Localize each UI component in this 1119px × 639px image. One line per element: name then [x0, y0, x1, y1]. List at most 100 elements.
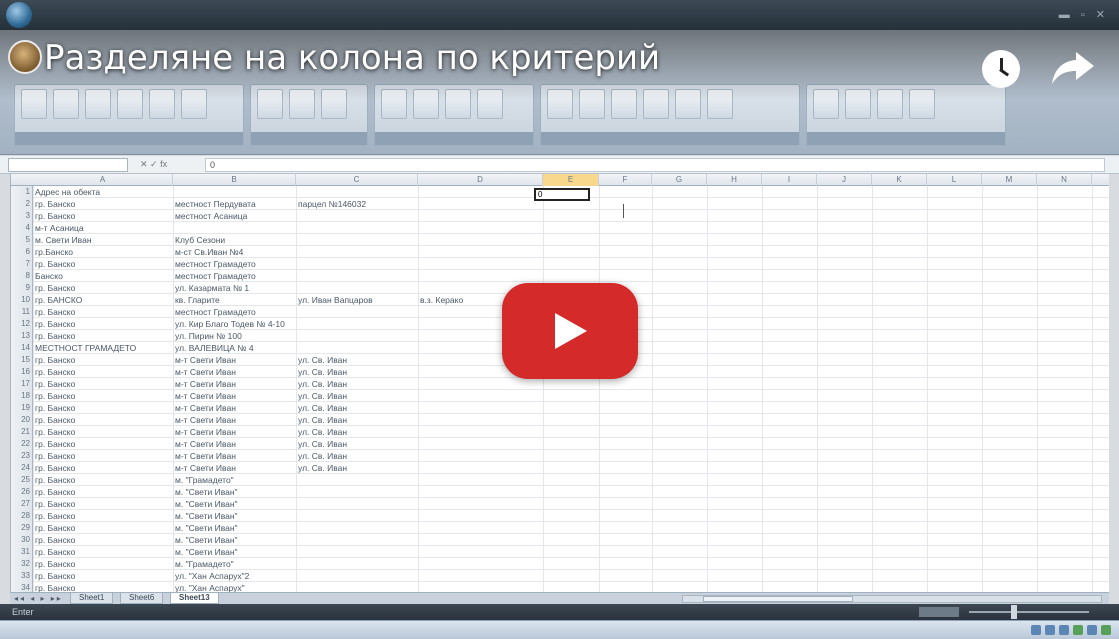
cell-a[interactable]: м. Свети Иван — [33, 234, 173, 246]
zoom-track[interactable] — [969, 611, 1089, 613]
cell-c[interactable] — [296, 510, 418, 522]
cell-b[interactable]: м. "Грамадето" — [173, 474, 296, 486]
row-number[interactable]: 1 — [11, 186, 33, 198]
cell-a[interactable]: Адрес на обекта — [33, 186, 173, 198]
column-header[interactable]: N — [1037, 174, 1092, 186]
cell-c[interactable] — [296, 318, 418, 330]
cell-a[interactable]: гр. Банско — [33, 462, 173, 474]
cell-d[interactable] — [418, 570, 543, 582]
cell-c[interactable]: ул. Св. Иван — [296, 414, 418, 426]
column-header[interactable]: L — [927, 174, 982, 186]
row-number[interactable]: 19 — [11, 402, 33, 414]
row-number[interactable]: 18 — [11, 390, 33, 402]
cell-c[interactable] — [296, 558, 418, 570]
cell-a[interactable]: гр. Банско — [33, 486, 173, 498]
cell-b[interactable]: м-т Свети Иван — [173, 390, 296, 402]
cell-d[interactable] — [418, 546, 543, 558]
cell-d[interactable] — [418, 390, 543, 402]
spreadsheet-grid[interactable]: ABCDEFGHIJKLMNO 1Адрес на обекта2гр. Бан… — [10, 174, 1109, 592]
cell-b[interactable]: м-ст Св.Иван №4 — [173, 246, 296, 258]
cell-a[interactable]: гр. Банско — [33, 474, 173, 486]
cell-a[interactable]: гр. Банско — [33, 438, 173, 450]
cell-a[interactable]: гр. Банско — [33, 582, 173, 592]
row-number[interactable]: 16 — [11, 366, 33, 378]
cell-b[interactable]: местност Асаница — [173, 210, 296, 222]
cell-a[interactable]: гр. Банско — [33, 210, 173, 222]
cell-d[interactable] — [418, 486, 543, 498]
cell-d[interactable] — [418, 234, 543, 246]
cell-a[interactable]: гр. Банско — [33, 354, 173, 366]
cell-d[interactable] — [418, 474, 543, 486]
row-number[interactable]: 30 — [11, 534, 33, 546]
column-header[interactable]: A — [33, 174, 173, 186]
cell-b[interactable]: местност Грамадето — [173, 258, 296, 270]
cell-d[interactable] — [418, 246, 543, 258]
cell-c[interactable] — [296, 306, 418, 318]
cell-a[interactable]: гр. Банско — [33, 426, 173, 438]
channel-avatar[interactable] — [8, 40, 42, 74]
cell-c[interactable] — [296, 342, 418, 354]
row-number[interactable]: 31 — [11, 546, 33, 558]
cell-c[interactable] — [296, 210, 418, 222]
cell-c[interactable]: ул. Св. Иван — [296, 378, 418, 390]
column-header[interactable]: I — [762, 174, 817, 186]
cell-b[interactable]: м-т Свети Иван — [173, 450, 296, 462]
tray-icon[interactable] — [1087, 625, 1097, 635]
cell-b[interactable]: м. "Свети Иван" — [173, 510, 296, 522]
cell-c[interactable]: парцел №146032 — [296, 198, 418, 210]
cell-d[interactable] — [418, 198, 543, 210]
cell-c[interactable] — [296, 582, 418, 592]
cell-c[interactable]: ул. Св. Иван — [296, 390, 418, 402]
row-number[interactable]: 17 — [11, 378, 33, 390]
row-number[interactable]: 14 — [11, 342, 33, 354]
column-header[interactable]: J — [817, 174, 872, 186]
cell-c[interactable]: ул. Св. Иван — [296, 438, 418, 450]
cell-c[interactable] — [296, 546, 418, 558]
cell-d[interactable] — [418, 378, 543, 390]
cell-d[interactable] — [418, 402, 543, 414]
cell-c[interactable]: ул. Св. Иван — [296, 402, 418, 414]
row-number[interactable]: 33 — [11, 570, 33, 582]
row-number[interactable]: 23 — [11, 450, 33, 462]
cell-c[interactable] — [296, 570, 418, 582]
name-box[interactable] — [8, 158, 128, 172]
cell-c[interactable]: ул. Св. Иван — [296, 426, 418, 438]
row-number[interactable]: 28 — [11, 510, 33, 522]
scrollbar-thumb[interactable] — [703, 596, 853, 602]
cell-a[interactable]: гр. Банско — [33, 498, 173, 510]
tab-sheet[interactable]: Sheet6 — [120, 593, 164, 604]
cell-d[interactable] — [418, 450, 543, 462]
row-number[interactable]: 15 — [11, 354, 33, 366]
cell-c[interactable]: ул. Св. Иван — [296, 450, 418, 462]
row-number[interactable]: 22 — [11, 438, 33, 450]
cell-a[interactable]: гр. Банско — [33, 522, 173, 534]
cell-c[interactable] — [296, 330, 418, 342]
tab-sheet-active[interactable]: Sheet13 — [170, 593, 219, 604]
row-number[interactable]: 21 — [11, 426, 33, 438]
column-header[interactable]: F — [599, 174, 652, 186]
row-number[interactable]: 4 — [11, 222, 33, 234]
cell-b[interactable]: местност Грамадето — [173, 306, 296, 318]
cell-c[interactable]: ул. Иван Вапцаров — [296, 294, 418, 306]
tray-icon[interactable] — [1073, 625, 1083, 635]
cell-d[interactable] — [418, 510, 543, 522]
cell-b[interactable]: ул. Пирин № 100 — [173, 330, 296, 342]
row-number[interactable]: 2 — [11, 198, 33, 210]
cell-c[interactable] — [296, 486, 418, 498]
cell-d[interactable] — [418, 258, 543, 270]
cell-c[interactable] — [296, 270, 418, 282]
cell-b[interactable]: м-т Свети Иван — [173, 402, 296, 414]
cell-b[interactable]: ул. "Хан Аспарух"2 — [173, 570, 296, 582]
column-header[interactable]: B — [173, 174, 296, 186]
cell-c[interactable] — [296, 222, 418, 234]
row-number[interactable]: 3 — [11, 210, 33, 222]
row-number[interactable]: 26 — [11, 486, 33, 498]
cell-b[interactable]: местност Пердувата — [173, 198, 296, 210]
cell-b[interactable] — [173, 186, 296, 198]
cell-b[interactable]: м-т Свети Иван — [173, 366, 296, 378]
cell-a[interactable]: м-т Асаница — [33, 222, 173, 234]
cell-a[interactable]: гр. Банско — [33, 558, 173, 570]
column-header[interactable]: O — [1092, 174, 1109, 186]
row-number[interactable]: 11 — [11, 306, 33, 318]
zoom-knob[interactable] — [1011, 605, 1017, 619]
